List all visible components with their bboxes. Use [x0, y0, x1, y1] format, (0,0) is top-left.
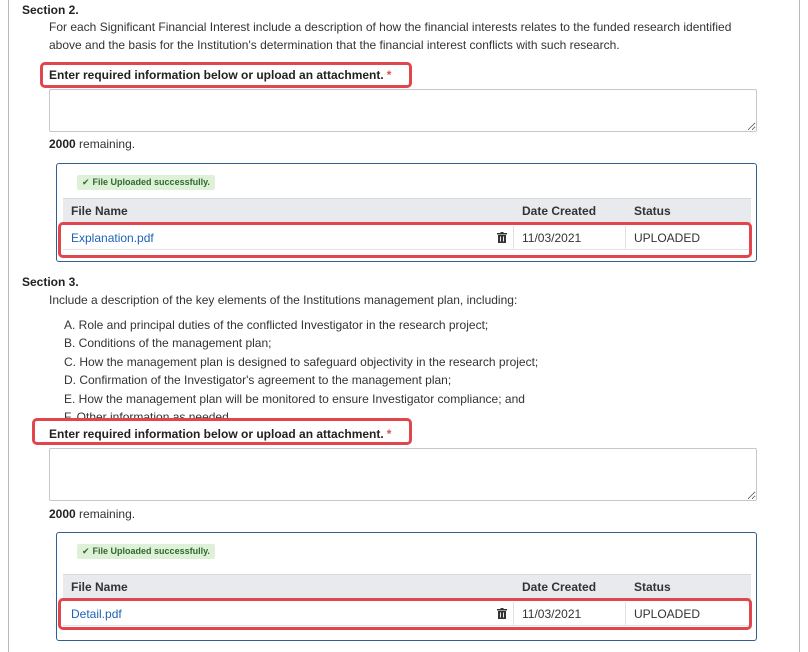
section-3-required-text: Enter required information below or uplo…: [49, 427, 384, 441]
list-item: E. How the management plan will be monit…: [64, 391, 525, 406]
section-3-title: Section 3.: [22, 275, 79, 289]
section-2-remaining-count: 2000: [49, 137, 76, 151]
list-item: B. Conditions of the management plan;: [64, 336, 272, 351]
section-3-char-counter: 2000 remaining.: [49, 507, 135, 521]
section-2-title: Section 2.: [22, 3, 79, 17]
section-3-requirements-list: A. Role and principal duties of the conf…: [64, 316, 584, 419]
section-2-upload-status: File Uploaded successfully.: [92, 177, 210, 187]
section-3-upload-status: File Uploaded successfully.: [92, 546, 210, 556]
column-header-date-created[interactable]: Date Created: [514, 199, 596, 222]
section-3-required-label: Enter required information below or uplo…: [49, 427, 391, 441]
section-3-textarea[interactable]: [49, 448, 757, 501]
section-2-required-label: Enter required information below or uplo…: [49, 68, 391, 82]
list-item: D. Confirmation of the Investigator's ag…: [64, 373, 452, 388]
section-2-description: For each Significant Financial Interest …: [49, 18, 769, 54]
section-3-upload-success-badge: ✔ File Uploaded successfully.: [77, 543, 215, 559]
column-header-file-name[interactable]: File Name: [63, 575, 128, 598]
required-asterisk: *: [386, 427, 392, 441]
section-3-requirements-list-wrap: A. Role and principal duties of the conf…: [64, 316, 584, 419]
section-2-upload-success-badge: ✔ File Uploaded successfully.: [77, 174, 215, 190]
section-3-description: Include a description of the key element…: [49, 293, 518, 307]
column-header-file-name[interactable]: File Name: [63, 199, 128, 222]
column-header-date-created[interactable]: Date Created: [514, 575, 596, 598]
check-icon: ✔: [82, 546, 90, 556]
section-3-table-header: File Name Date Created Status: [63, 574, 751, 599]
section-2-description-line-2: above and the basis for the Institution'…: [49, 38, 620, 52]
list-item: A. Role and principal duties of the conf…: [64, 318, 489, 332]
section-2-remaining-text: remaining.: [79, 137, 136, 151]
column-header-status[interactable]: Status: [626, 575, 671, 598]
section-2-char-counter: 2000 remaining.: [49, 137, 135, 151]
required-asterisk: *: [386, 68, 392, 82]
column-header-status[interactable]: Status: [626, 199, 671, 222]
section-3-file-row-callout: [58, 598, 752, 630]
check-icon: ✔: [82, 177, 90, 187]
section-2-required-text: Enter required information below or uplo…: [49, 68, 384, 82]
section-2-description-line-1: For each Significant Financial Interest …: [49, 20, 732, 34]
section-2-textarea[interactable]: [49, 89, 757, 132]
section-3-remaining-text: remaining.: [79, 507, 136, 521]
section-2-file-row-callout: [58, 222, 752, 258]
section-2-table-header: File Name Date Created Status: [63, 198, 751, 223]
list-item: C. How the management plan is designed t…: [64, 354, 539, 369]
section-3-remaining-count: 2000: [49, 507, 76, 521]
